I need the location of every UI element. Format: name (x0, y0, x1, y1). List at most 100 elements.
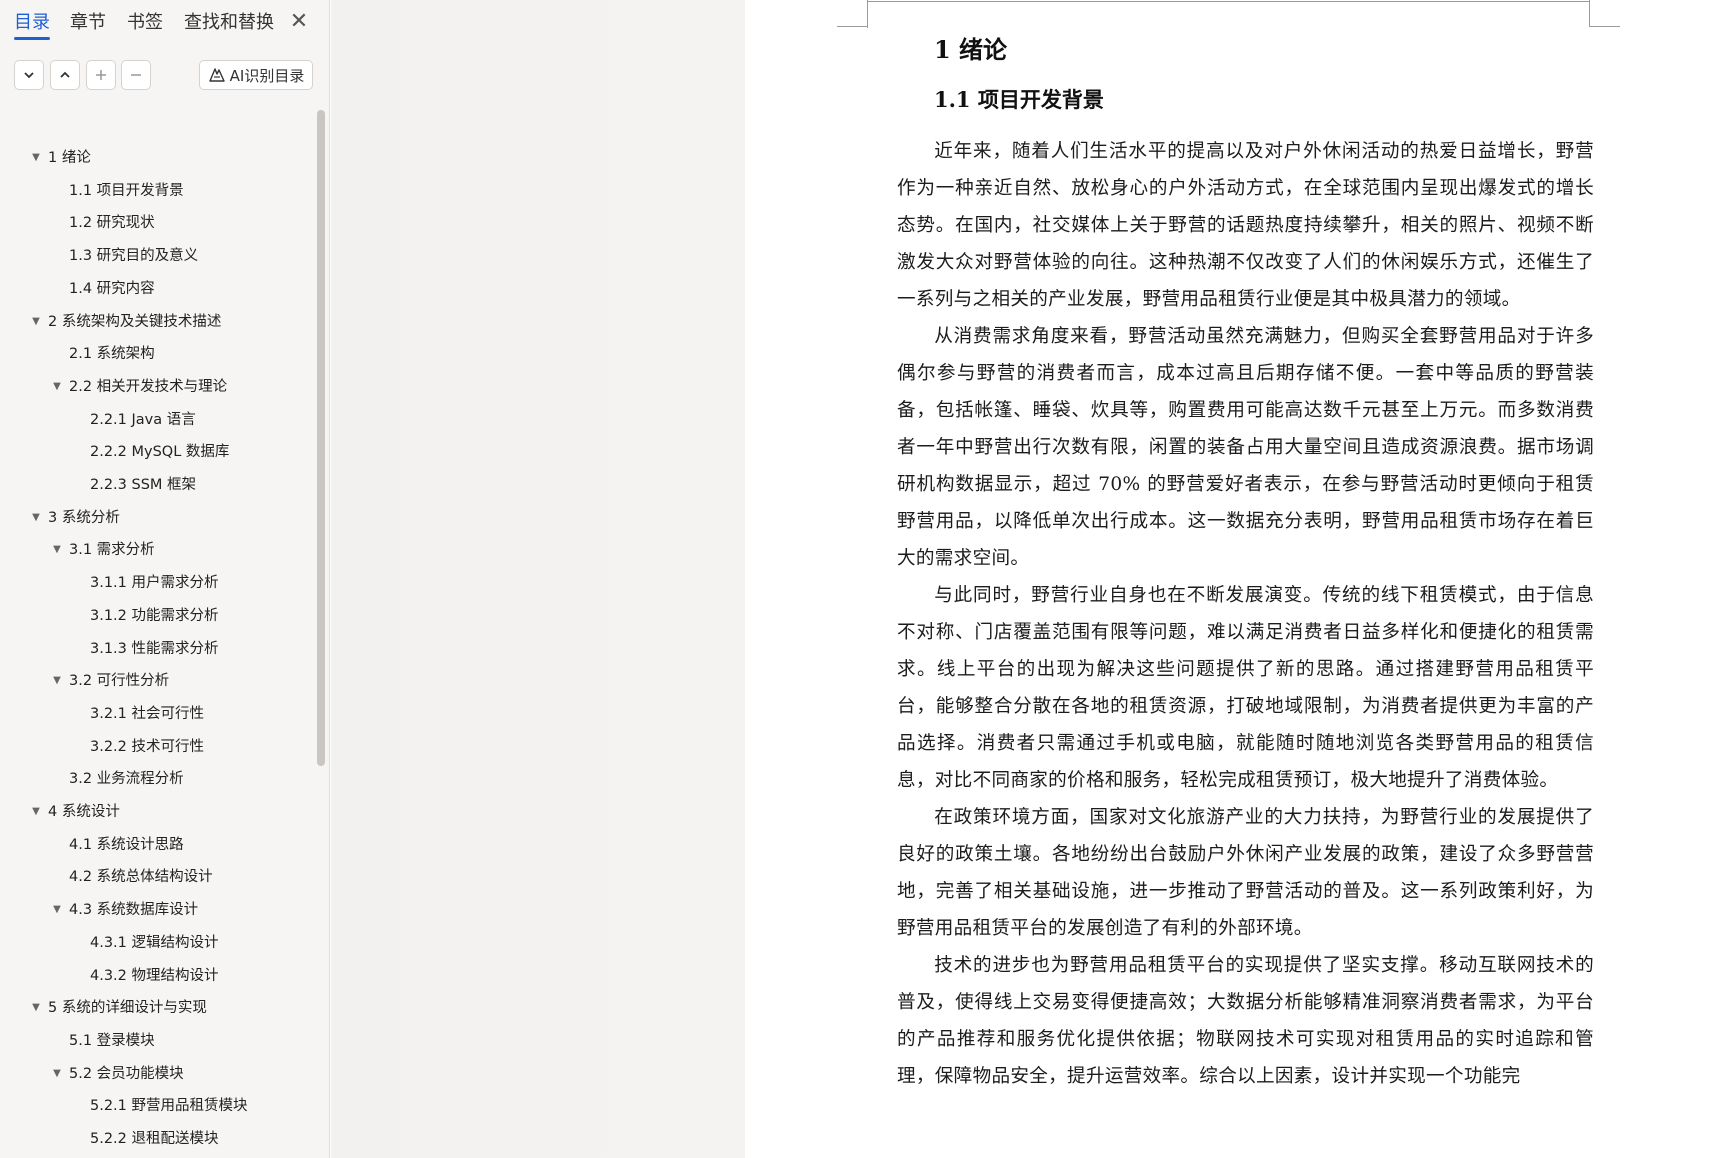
caret-down-icon[interactable]: ▼ (51, 534, 63, 566)
heading-1[interactable]: 1 绪论 (934, 30, 1007, 65)
toc-item-label: 2.2.2 MySQL 数据库 (90, 444, 230, 461)
toc-item-label: 4 系统设计 (48, 804, 120, 820)
toc-item-label: 4.1 系统设计思路 (69, 836, 184, 853)
tab-chapters[interactable]: 章节 (70, 10, 106, 40)
caret-down-icon[interactable]: ▼ (30, 796, 42, 828)
toc-item[interactable]: 3.1.3 性能需求分析 (0, 633, 310, 665)
toc-item[interactable]: ▼ 1 绪论 (0, 142, 310, 174)
toc-item-label: 2.2.1 Java 语言 (90, 411, 196, 428)
toc-item[interactable]: ▼ 5.2 会员功能模块 (0, 1058, 310, 1090)
tab-toc[interactable]: 目录 (14, 10, 50, 40)
toc-item[interactable]: 4.3.2 物理结构设计 (0, 960, 310, 992)
toc-scrollbar[interactable] (317, 110, 325, 766)
toc-item-label: 1.4 研究内容 (69, 280, 155, 297)
caret-down-icon[interactable]: ▼ (51, 1058, 63, 1090)
toc-item[interactable]: ▼ 3.1 需求分析 (0, 534, 310, 566)
header-line (867, 1, 1590, 2)
ai-sparkle-icon (208, 68, 225, 82)
caret-down-icon[interactable]: ▼ (51, 665, 63, 697)
collapse-all-button[interactable] (50, 60, 80, 90)
paragraph[interactable]: 与此同时，野营行业自身也在不断发展演变。传统的线下租赁模式，由于信息不对称、门店… (897, 577, 1594, 799)
toc-item-label: 3.2.1 社会可行性 (90, 705, 205, 722)
tab-bookmarks[interactable]: 书签 (127, 10, 163, 40)
toc-item-label: 4.3.2 物理结构设计 (90, 967, 219, 984)
toc-item[interactable]: 1.4 研究内容 (0, 273, 310, 305)
caret-down-icon[interactable]: ▼ (51, 894, 63, 926)
plus-icon (96, 70, 106, 80)
toc-item[interactable]: ▼ 4 系统设计 (0, 796, 310, 828)
paragraph[interactable]: 技术的进步也为野营用品租赁平台的实现提供了坚实支撑。移动互联网技术的普及，使得线… (897, 947, 1594, 1095)
caret-down-icon[interactable]: ▼ (30, 142, 42, 174)
chevron-up-icon (60, 71, 70, 78)
toc-item-label: 3 系统分析 (48, 509, 120, 526)
caret-down-icon[interactable]: ▼ (30, 992, 42, 1024)
paragraph[interactable]: 近年来，随着人们生活水平的提高以及对户外休闲活动的热爱日益增长，野营作为一种亲近… (897, 133, 1594, 318)
toc-item-label: 3.1 需求分析 (69, 542, 155, 559)
toc-item[interactable]: 4.3.1 逻辑结构设计 (0, 927, 310, 959)
toc-item-label: 1 绪论 (48, 150, 91, 166)
caret-down-icon[interactable]: ▼ (30, 306, 42, 338)
remove-heading-button[interactable] (121, 60, 151, 90)
toc-item[interactable]: 5.2.1 野营用品租赁模块 (0, 1090, 310, 1122)
toc-item-label: 4.3.1 逻辑结构设计 (90, 934, 219, 951)
document-body[interactable]: 近年来，随着人们生活水平的提高以及对户外休闲活动的热爱日益增长，野营作为一种亲近… (897, 133, 1594, 1095)
toc-item-label: 3.2 业务流程分析 (69, 771, 184, 788)
toc-item[interactable]: 3.1.2 功能需求分析 (0, 600, 310, 632)
margin-mark (1589, 26, 1620, 27)
toc-item-label: 3.1.1 用户需求分析 (90, 575, 219, 592)
toc-item[interactable]: ▼ 2.2 相关开发技术与理论 (0, 371, 310, 403)
toc-item[interactable]: ▼ 2 系统架构及关键技术描述 (0, 306, 310, 338)
toc-item-label: 5.2 会员功能模块 (69, 1065, 184, 1082)
margin-mark (1589, 0, 1590, 27)
expand-all-button[interactable] (14, 60, 44, 90)
toc-item-label: 5.2.2 退租配送模块 (90, 1131, 219, 1147)
toc-item-label: 1.3 研究目的及意义 (69, 248, 199, 265)
toc-item-label: 5.2.1 野营用品租赁模块 (90, 1098, 248, 1115)
toc-item[interactable]: 3.2.2 技术可行性 (0, 731, 310, 763)
ai-detect-toc-label: AI识别目录 (229, 66, 305, 85)
toc-item[interactable]: 3.2 业务流程分析 (0, 763, 310, 795)
chevron-down-icon (24, 72, 34, 79)
toc-item-label: 2.2.3 SSM 框架 (90, 477, 197, 493)
caret-down-icon[interactable]: ▼ (51, 371, 63, 403)
toc-item[interactable]: 5.1 登录模块 (0, 1025, 310, 1057)
toc-item-label: 4.2 系统总体结构设计 (69, 869, 213, 886)
heading-2[interactable]: 1.1 项目开发背景 (934, 84, 1104, 114)
toc-item-label: 5 系统的详细设计与实现 (48, 1000, 207, 1017)
caret-down-icon[interactable]: ▼ (30, 502, 42, 534)
navigation-pane: 目录 章节 书签 查找和替换 ✕ AI识别目录 ▼ 1 绪论 1.1 项目开发背景 1… (0, 0, 330, 1158)
toc-item-label: 2 系统架构及关键技术描述 (48, 313, 222, 330)
margin-mark (837, 26, 868, 27)
add-heading-button[interactable] (86, 60, 116, 90)
toc-item[interactable]: 4.2 系统总体结构设计 (0, 861, 310, 893)
toc-item[interactable]: 1.3 研究目的及意义 (0, 240, 310, 272)
ai-detect-toc-button[interactable]: AI识别目录 (199, 60, 313, 90)
toc-item[interactable]: 2.2.3 SSM 框架 (0, 469, 310, 501)
toc-item[interactable]: 1.2 研究现状 (0, 207, 310, 239)
toc-item[interactable]: 4.1 系统设计思路 (0, 829, 310, 861)
toc-item[interactable]: 1.1 项目开发背景 (0, 175, 310, 207)
toc-item[interactable]: 3.1.1 用户需求分析 (0, 567, 310, 599)
paragraph[interactable]: 从消费需求角度来看，野营活动虽然充满魅力，但购买全套野营用品对于许多偶尔参与野营… (897, 318, 1594, 577)
toc-item[interactable]: 5.2.2 退租配送模块 (0, 1123, 310, 1155)
minus-icon (131, 74, 141, 76)
toc-item-label: 2.2 相关开发技术与理论 (69, 378, 228, 395)
toc-item[interactable]: ▼ 5 系统的详细设计与实现 (0, 992, 310, 1024)
paragraph[interactable]: 在政策环境方面，国家对文化旅游产业的大力扶持，为野营行业的发展提供了良好的政策土… (897, 799, 1594, 947)
toc-item[interactable]: 2.2.2 MySQL 数据库 (0, 436, 310, 468)
toc-item[interactable]: 2.2.1 Java 语言 (0, 404, 310, 436)
tab-find-replace[interactable]: 查找和替换 (184, 10, 274, 40)
close-icon[interactable]: ✕ (288, 10, 310, 36)
toc-item[interactable]: 3.2.1 社会可行性 (0, 698, 310, 730)
nav-tab-bar: 目录 章节 书签 查找和替换 ✕ (0, 0, 330, 44)
margin-mark (867, 0, 868, 27)
toc-item[interactable]: 2.1 系统架构 (0, 338, 310, 370)
toc-item-label: 2.1 系统架构 (69, 346, 155, 363)
toc-item-label: 4.3 系统数据库设计 (69, 902, 199, 919)
toc-item-label: 3.1.2 功能需求分析 (90, 607, 219, 624)
toc-item[interactable]: ▼ 3 系统分析 (0, 502, 310, 534)
toc-item-label: 5.1 登录模块 (69, 1032, 155, 1049)
toc-item-label: 3.2 可行性分析 (69, 673, 170, 690)
toc-item[interactable]: ▼ 3.2 可行性分析 (0, 665, 310, 697)
toc-item[interactable]: ▼ 4.3 系统数据库设计 (0, 894, 310, 926)
